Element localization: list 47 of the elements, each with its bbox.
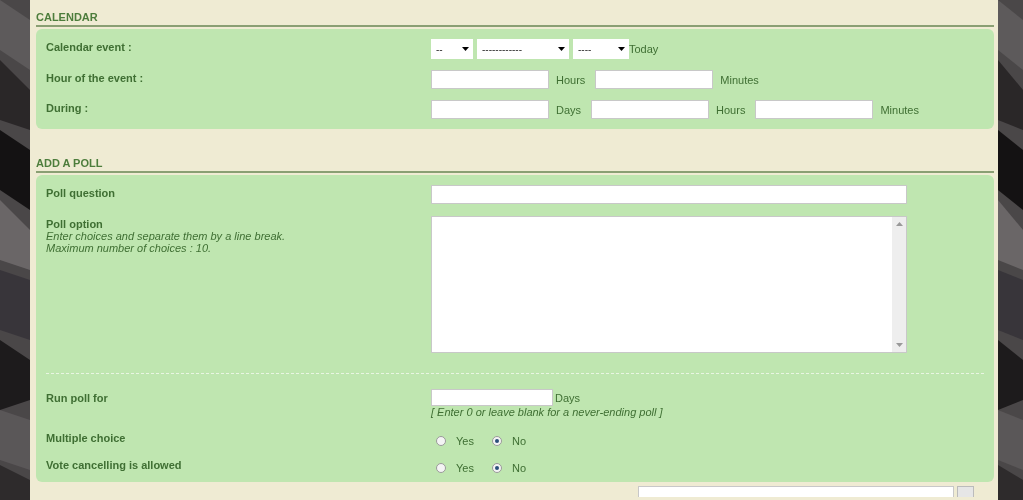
- input-field[interactable]: [755, 100, 874, 119]
- input-field[interactable]: [591, 100, 710, 119]
- option-label: No: [511, 462, 526, 474]
- up-arrow-icon[interactable]: [895, 222, 903, 226]
- input-field[interactable]: [595, 70, 714, 89]
- radio-button[interactable]: [436, 436, 446, 446]
- radio-button[interactable]: [491, 436, 502, 446]
- field-label: Run poll for: [46, 391, 109, 404]
- input-field[interactable]: [431, 389, 553, 406]
- hint-text: Maximum number of choices : 10.: [46, 242, 212, 254]
- caret-icon: [618, 47, 625, 51]
- hint-text: Enter choices and separate them by a line break.: [46, 230, 286, 242]
- field-label: During :: [46, 101, 90, 114]
- unit-label: Minutes: [720, 73, 759, 86]
- input-field[interactable]: [431, 100, 549, 119]
- unit-label: Hours: [716, 103, 746, 116]
- radio-button[interactable]: [436, 463, 446, 473]
- input-field[interactable]: [638, 486, 954, 497]
- unit-label: Days: [555, 391, 581, 404]
- scrollbar[interactable]: [892, 217, 906, 352]
- text-area[interactable]: [431, 216, 907, 353]
- option-label: No: [511, 435, 526, 447]
- field-label: Multiple choice: [46, 431, 127, 444]
- dropdown[interactable]: ------------: [477, 39, 569, 59]
- section-header: CALENDAR: [36, 0, 994, 27]
- unit-label: Minutes: [880, 103, 919, 116]
- input-field[interactable]: [431, 70, 549, 89]
- field-label: Poll question: [46, 186, 117, 199]
- field-label: Poll option: [46, 218, 103, 230]
- button[interactable]: [957, 486, 974, 497]
- field-label: Calendar event :: [46, 40, 133, 53]
- radio-button[interactable]: [491, 463, 502, 473]
- hint-text: [ Enter 0 or leave blank for a never-ending poll ]: [431, 406, 663, 418]
- option-label: Yes: [456, 462, 474, 474]
- option-label: Yes: [456, 435, 474, 447]
- caret-icon: [558, 47, 565, 51]
- section-header: ADD A POLL: [36, 146, 994, 173]
- today-label: Today: [629, 43, 659, 55]
- field-label: Hour of the event :: [46, 71, 145, 84]
- dropdown[interactable]: --: [431, 39, 473, 59]
- input-field[interactable]: [431, 185, 907, 204]
- down-arrow-icon[interactable]: [895, 343, 903, 347]
- dropdown[interactable]: ----: [573, 39, 629, 59]
- unit-label: Days: [556, 103, 582, 116]
- field-label: Vote cancelling is allowed: [46, 458, 183, 471]
- unit-label: Hours: [556, 73, 586, 86]
- caret-icon: [462, 47, 469, 51]
